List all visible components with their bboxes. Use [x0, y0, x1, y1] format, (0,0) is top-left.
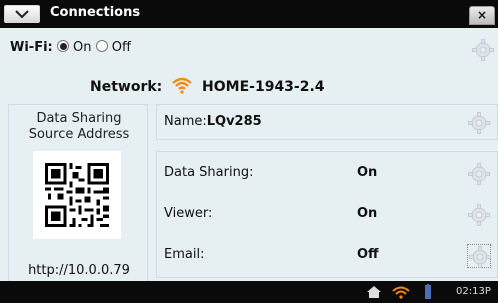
battery-icon [425, 284, 431, 299]
setting-row-viewer[interactable]: Viewer: On [157, 195, 498, 235]
data-sharing-source-title: Data Sharing Source Address [9, 111, 149, 143]
wifi-signal-icon [172, 77, 192, 94]
name-settings-gear-icon[interactable] [467, 111, 491, 135]
qr-code-image [33, 151, 121, 239]
network-label: Network: [90, 79, 163, 95]
clock: 02:13P [456, 286, 491, 297]
wifi-icon[interactable] [392, 286, 410, 299]
setting-value: On [357, 165, 378, 180]
close-button[interactable]: × [469, 6, 495, 25]
title-bar: Connections × [0, 0, 498, 28]
network-row: Network: HOME-1943-2.4 [90, 76, 325, 95]
status-bar: 02:13P [0, 281, 498, 303]
data-sharing-gear-icon[interactable] [467, 162, 491, 186]
setting-label: Data Sharing: [164, 165, 254, 180]
device-name-row[interactable]: Name:LQv285 [156, 104, 498, 140]
menu-dropdown-button[interactable] [4, 5, 40, 23]
setting-label: Viewer: [164, 206, 213, 221]
wifi-on-radio[interactable] [56, 40, 69, 52]
wifi-off-radio[interactable] [95, 40, 108, 52]
setting-row-email[interactable]: Email: Off [157, 236, 498, 276]
setting-label: Email: [164, 247, 205, 262]
email-gear-icon[interactable] [467, 244, 491, 268]
device-name-value: LQv285 [206, 114, 262, 129]
device-name: Name:LQv285 [164, 114, 262, 129]
wifi-settings-gear-icon[interactable] [471, 38, 495, 62]
data-sharing-source-panel: Data Sharing Source Address http://10.0.… [8, 104, 148, 284]
wifi-on-label[interactable]: On [73, 40, 91, 55]
viewer-gear-icon[interactable] [467, 203, 491, 227]
window-title: Connections [50, 5, 141, 20]
status-icons [365, 284, 445, 300]
setting-value: Off [357, 247, 379, 262]
setting-value: On [357, 206, 378, 221]
ds-title-line1: Data Sharing [36, 111, 122, 126]
device-name-label: Name: [164, 114, 207, 129]
ds-title-line2: Source Address [28, 127, 130, 142]
chevron-down-icon [15, 10, 29, 19]
setting-row-data-sharing[interactable]: Data Sharing: On [157, 154, 498, 194]
home-icon[interactable] [367, 286, 381, 298]
network-ssid: HOME-1943-2.4 [202, 79, 325, 95]
wifi-label: Wi-Fi: [10, 40, 53, 55]
source-address-url: http://10.0.0.79 [28, 263, 130, 278]
connections-panel: Wi-Fi: On Off Network: HOME-1943-2.4 Dat… [0, 28, 498, 284]
wifi-off-label[interactable]: Off [112, 40, 131, 55]
wifi-toggle-row: Wi-Fi: On Off [10, 40, 131, 55]
sharing-settings-list: Data Sharing: On Viewer: On Email: Off [156, 151, 498, 278]
